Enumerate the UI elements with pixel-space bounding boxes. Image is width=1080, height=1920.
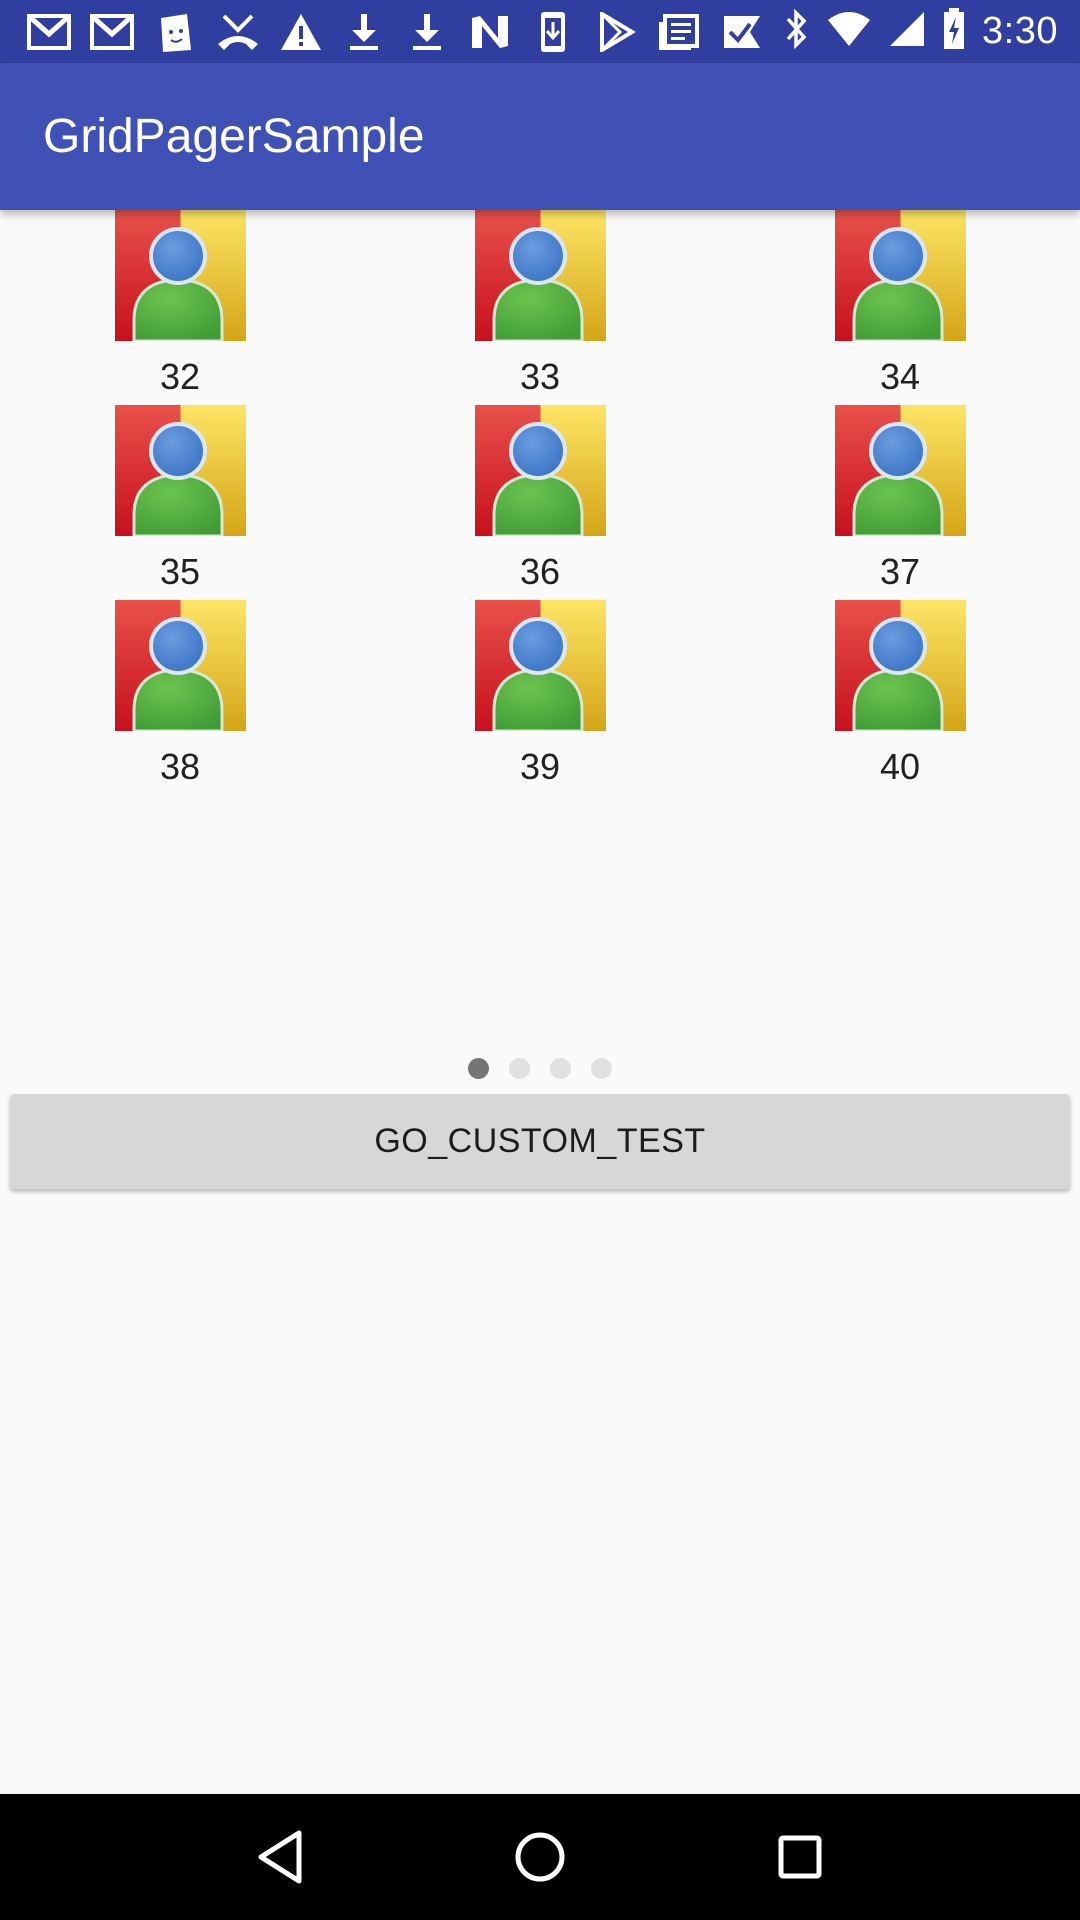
status-time: 3:30 <box>982 10 1058 52</box>
avatar-icon <box>475 210 606 341</box>
grid-item-label: 38 <box>159 746 201 787</box>
grid-item-label: 37 <box>879 551 921 592</box>
grid-item[interactable]: 32 <box>0 210 360 405</box>
page-dot[interactable] <box>509 1058 530 1079</box>
wifi-icon <box>826 10 872 53</box>
play-store-icon <box>589 7 642 57</box>
app-bar: GridPagerSample <box>0 63 1080 210</box>
grid-pager-page[interactable]: 32 33 34 35 36 37 38 39 40 <box>0 210 1080 795</box>
home-icon[interactable] <box>500 1817 580 1897</box>
missed-call-icon <box>211 7 264 57</box>
check-flag-icon <box>715 7 768 57</box>
grid-item-label: 32 <box>159 356 201 397</box>
grid-item[interactable]: 37 <box>720 405 1080 600</box>
avatar-icon <box>475 405 606 536</box>
avatar-icon <box>835 600 966 731</box>
system-status: 3:30 <box>784 8 1080 55</box>
clipboard-icon <box>148 7 201 57</box>
notification-icons <box>0 7 768 57</box>
avatar-icon <box>115 600 246 731</box>
go-custom-test-button[interactable]: GO_CUSTOM_TEST <box>10 1094 1070 1189</box>
grid-item[interactable]: 36 <box>360 405 720 600</box>
download-icon <box>400 7 453 57</box>
grid-item[interactable]: 35 <box>0 405 360 600</box>
status-bar: 3:30 <box>0 0 1080 63</box>
grid-item-label: 35 <box>159 551 201 592</box>
navigation-bar <box>0 1794 1080 1920</box>
page-indicator[interactable] <box>0 1058 1080 1079</box>
warning-icon <box>274 7 327 57</box>
bluetooth-icon <box>784 8 810 54</box>
n-icon <box>463 7 516 57</box>
grid-item[interactable]: 38 <box>0 600 360 795</box>
recents-icon[interactable] <box>760 1817 840 1897</box>
gmail-icon <box>22 7 75 57</box>
page-dot[interactable] <box>550 1058 571 1079</box>
back-icon[interactable] <box>240 1817 320 1897</box>
grid-item-label: 34 <box>879 356 921 397</box>
avatar-icon <box>835 210 966 341</box>
grid-item[interactable]: 39 <box>360 600 720 795</box>
download-icon <box>337 7 390 57</box>
grid-item[interactable]: 33 <box>360 210 720 405</box>
avatar-icon <box>115 210 246 341</box>
news-icon <box>652 7 705 57</box>
grid-item-label: 39 <box>519 746 561 787</box>
page-dot[interactable] <box>468 1058 489 1079</box>
phone-download-icon <box>526 7 579 57</box>
page-dot[interactable] <box>591 1058 612 1079</box>
avatar-icon <box>475 600 606 731</box>
avatar-icon <box>115 405 246 536</box>
signal-icon <box>888 10 926 53</box>
grid-item-label: 33 <box>519 356 561 397</box>
battery-charging-icon <box>942 8 966 55</box>
gmail-icon <box>85 7 138 57</box>
avatar-icon <box>835 405 966 536</box>
app-title: GridPagerSample <box>43 110 425 163</box>
grid-item[interactable]: 34 <box>720 210 1080 405</box>
grid-item-label: 40 <box>879 746 921 787</box>
grid-item-label: 36 <box>519 551 561 592</box>
grid-item[interactable]: 40 <box>720 600 1080 795</box>
